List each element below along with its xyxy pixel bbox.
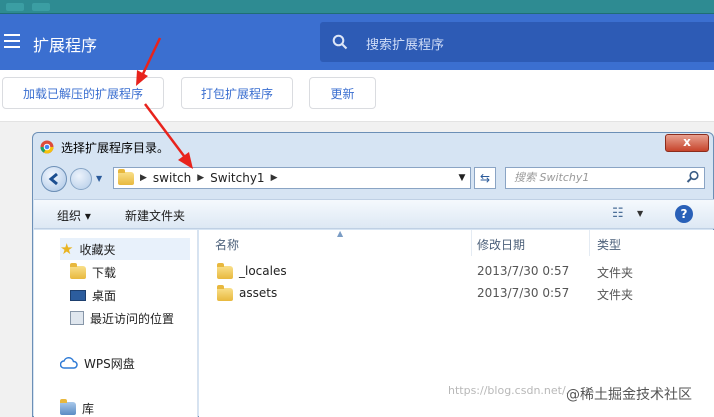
star-icon: ★ xyxy=(60,240,74,258)
breadcrumb-switch[interactable]: switch xyxy=(153,171,191,185)
back-arrow-icon xyxy=(48,172,58,186)
help-icon[interactable]: ? xyxy=(675,205,693,223)
file-modified: 2013/7/30 0:57 xyxy=(477,264,570,278)
file-name: assets xyxy=(239,286,278,300)
folder-icon xyxy=(217,263,233,279)
folder-search-placeholder: 搜索 Switchy1 xyxy=(514,171,590,184)
watermark-url: https://blog.csdn.net/... xyxy=(448,384,577,397)
browser-top-strip xyxy=(0,0,714,14)
organize-menu[interactable]: 组织 ▾ xyxy=(57,207,91,224)
file-modified: 2013/7/30 0:57 xyxy=(477,286,570,300)
nav-item-library[interactable]: 库 xyxy=(60,397,94,417)
search-placeholder: 搜索扩展程序 xyxy=(366,38,445,53)
breadcrumb-chevron-icon[interactable]: ▶ xyxy=(271,173,278,183)
extensions-search-box[interactable]: 搜索扩展程序 xyxy=(320,22,714,62)
folder-icon xyxy=(118,168,134,185)
nav-item-desktop[interactable]: 桌面 xyxy=(70,284,116,306)
column-divider[interactable] xyxy=(471,230,472,256)
nav-label: 收藏夹 xyxy=(79,242,116,257)
history-dropdown-icon[interactable]: ▼ xyxy=(96,174,102,183)
chrome-icon xyxy=(40,140,54,154)
extensions-toolbar: 加载已解压的扩展程序 打包扩展程序 更新 xyxy=(0,70,714,122)
update-button[interactable]: 更新 xyxy=(309,77,376,109)
nav-item-recent[interactable]: 最近访问的位置 xyxy=(70,307,174,329)
navigation-pane: ★ 收藏夹 下载 桌面 最近访问的位置 WPS网盘 库 xyxy=(34,230,198,417)
folder-picker-dialog: 选择扩展程序目录。 x ▼ ▶ switch ▶ Switchy1 ▶ ▼ ⇆ … xyxy=(32,132,714,417)
nav-item-wps[interactable]: WPS网盘 xyxy=(60,352,135,374)
hamburger-menu-icon[interactable] xyxy=(4,34,20,48)
desktop-icon xyxy=(70,289,86,301)
breadcrumb-chevron-icon[interactable]: ▶ xyxy=(197,173,204,183)
library-icon xyxy=(60,398,76,415)
address-dropdown-icon[interactable]: ▼ xyxy=(454,173,470,183)
view-dropdown-icon[interactable]: ▼ xyxy=(637,209,643,218)
tab-placeholder xyxy=(32,2,50,11)
download-folder-icon xyxy=(70,262,86,279)
nav-item-favorites[interactable]: ★ 收藏夹 xyxy=(60,238,190,260)
sort-ascending-icon: ▲ xyxy=(337,229,344,238)
nav-label: 库 xyxy=(82,401,95,416)
load-unpacked-button[interactable]: 加载已解压的扩展程序 xyxy=(2,77,164,109)
breadcrumb-chevron-icon[interactable]: ▶ xyxy=(140,173,147,183)
nav-label: 最近访问的位置 xyxy=(90,311,175,326)
page-title: 扩展程序 xyxy=(33,36,98,55)
new-folder-button[interactable]: 新建文件夹 xyxy=(125,207,185,224)
close-button[interactable]: x xyxy=(665,134,709,152)
column-header-modified[interactable]: 修改日期 xyxy=(477,236,525,253)
recent-places-icon xyxy=(70,311,84,325)
nav-label: 下载 xyxy=(92,265,117,280)
dialog-title: 选择扩展程序目录。 xyxy=(61,141,170,155)
nav-label: WPS网盘 xyxy=(84,356,135,371)
file-row[interactable]: _locales 2013/7/30 0:57 文件夹 xyxy=(199,261,714,283)
file-type: 文件夹 xyxy=(597,266,634,280)
file-name: _locales xyxy=(239,264,287,278)
file-type: 文件夹 xyxy=(597,288,634,302)
pack-extension-button[interactable]: 打包扩展程序 xyxy=(181,77,293,109)
nav-item-downloads[interactable]: 下载 xyxy=(70,261,116,283)
forward-button[interactable] xyxy=(70,168,92,190)
back-button[interactable] xyxy=(41,166,67,192)
watermark-brand: @稀土掘金技术社区 xyxy=(566,387,692,403)
nav-label: 桌面 xyxy=(92,288,117,303)
refresh-icon[interactable]: ⇆ xyxy=(474,167,496,189)
column-header-type[interactable]: 类型 xyxy=(597,236,621,253)
search-icon xyxy=(332,34,348,50)
column-divider[interactable] xyxy=(589,230,590,256)
search-icon xyxy=(686,170,699,183)
folder-icon xyxy=(217,285,233,301)
view-options-icon[interactable]: ☷ xyxy=(612,206,624,221)
file-row[interactable]: assets 2013/7/30 0:57 文件夹 xyxy=(199,283,714,305)
extensions-header: 扩展程序 搜索扩展程序 xyxy=(0,14,714,70)
folder-search-input[interactable]: 搜索 Switchy1 xyxy=(505,167,705,189)
breadcrumb-switchy1[interactable]: Switchy1 xyxy=(210,171,264,185)
column-header-name[interactable]: 名称 xyxy=(215,236,239,253)
address-bar[interactable]: ▶ switch ▶ Switchy1 ▶ ▼ xyxy=(113,167,471,189)
cloud-icon xyxy=(60,357,78,369)
tab-placeholder xyxy=(6,2,24,11)
command-bar: 组织 ▾ 新建文件夹 ☷ ▼ ? xyxy=(34,199,714,229)
